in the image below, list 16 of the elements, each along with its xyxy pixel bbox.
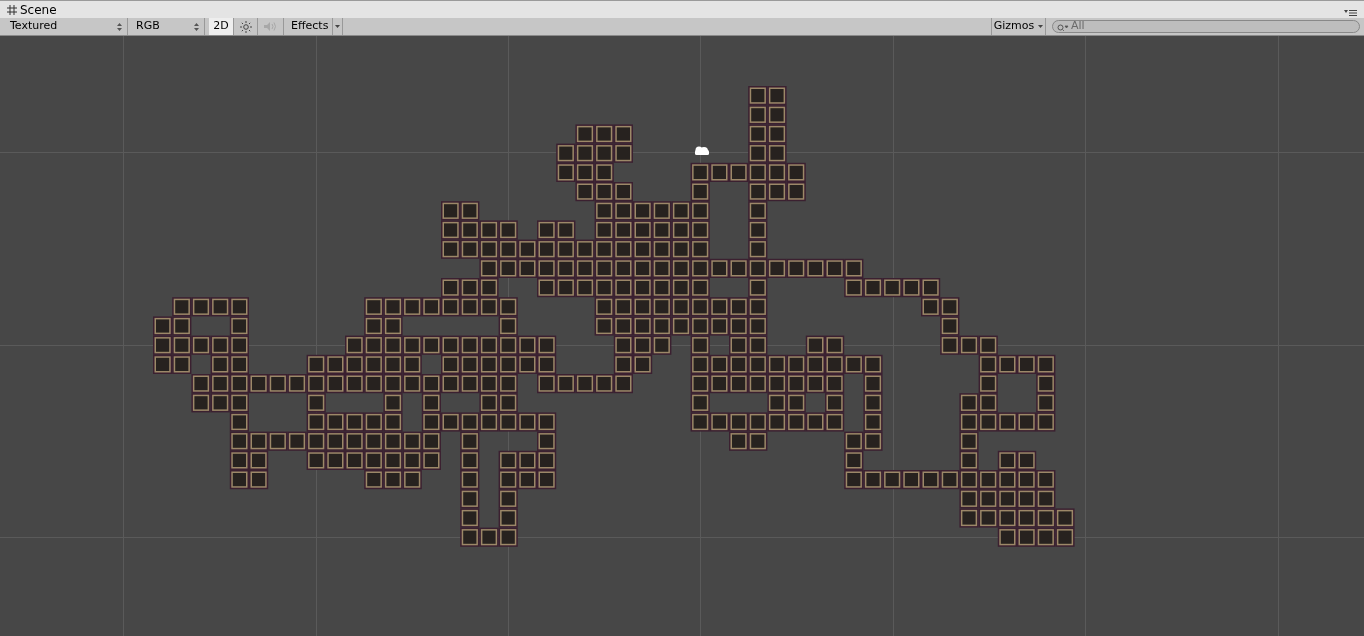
effects-dropdown[interactable]: Effects bbox=[287, 18, 344, 35]
gizmos-dropdown[interactable]: Gizmos bbox=[991, 18, 1046, 35]
grid-icon bbox=[7, 4, 17, 15]
menu-icon[interactable] bbox=[1344, 8, 1357, 17]
sun-icon bbox=[239, 20, 252, 33]
render-mode-dropdown[interactable]: RGB bbox=[131, 18, 205, 35]
draw-mode-dropdown[interactable]: Textured bbox=[5, 18, 128, 35]
2d-toggle[interactable]: 2D bbox=[209, 18, 234, 35]
camera-icon bbox=[695, 146, 709, 155]
scene-tab[interactable]: Scene bbox=[7, 3, 57, 16]
search-field[interactable]: All bbox=[1052, 20, 1360, 33]
updown-icon bbox=[117, 22, 122, 31]
speaker-icon bbox=[263, 21, 278, 32]
search-icon bbox=[1057, 24, 1069, 32]
updown-icon bbox=[194, 22, 199, 31]
caret-icon bbox=[1038, 25, 1044, 28]
